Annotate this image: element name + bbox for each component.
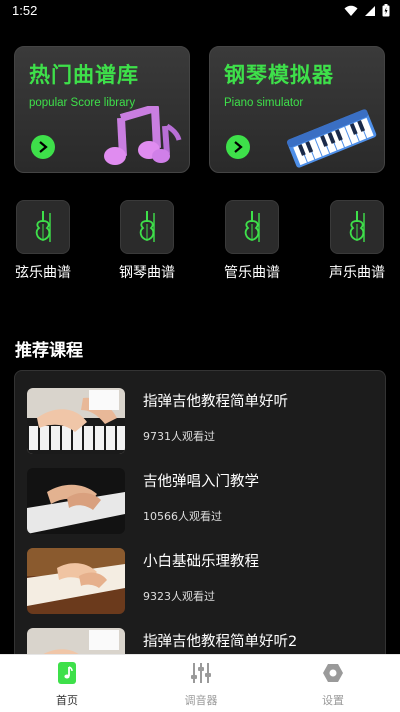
section-title: 推荐课程 (15, 341, 83, 361)
banner-title: 钢琴模拟器 (224, 63, 334, 87)
course-title: 指弹吉他教程简单好听 (143, 394, 288, 410)
signal-icon (365, 5, 375, 16)
category-label: 管乐曲谱 (224, 265, 280, 281)
tab-label: 调音器 (184, 694, 218, 707)
violin-icon (349, 211, 365, 242)
settings-hexagon-icon (321, 661, 345, 685)
tab-label: 设置 (322, 694, 344, 707)
status-bar: 1:52 (0, 0, 400, 24)
battery-icon (382, 4, 390, 17)
status-time: 1:52 (12, 3, 38, 18)
course-views: 9323人观看过 (143, 590, 215, 603)
course-item[interactable]: 小白基础乐理教程 9323人观看过 (27, 548, 377, 616)
wifi-icon (344, 5, 358, 16)
course-views: 9731人观看过 (143, 430, 215, 443)
music-notes-icon (104, 106, 182, 165)
course-title: 指弹吉他教程简单好听2 (143, 634, 298, 650)
category-label: 弦乐曲谱 (15, 265, 71, 281)
tuner-sliders-icon (189, 661, 213, 685)
category-piano-button[interactable] (120, 200, 174, 254)
course-thumbnail (27, 468, 125, 534)
course-list[interactable]: 指弹吉他教程简单好听 9731人观看过 吉他弹唱入门教学 10566人观看过 小… (14, 370, 386, 670)
keyboard-icon (287, 109, 377, 168)
course-title: 吉他弹唱入门教学 (143, 474, 259, 490)
course-thumbnail (27, 388, 125, 454)
piano-simulator-banner[interactable]: 钢琴模拟器 Piano simulator (209, 46, 385, 173)
home-music-icon (55, 661, 79, 685)
category-wind-button[interactable] (225, 200, 279, 254)
violin-icon (35, 211, 51, 242)
course-item[interactable]: 指弹吉他教程简单好听 9731人观看过 (27, 388, 377, 456)
category-label: 声乐曲谱 (329, 265, 385, 281)
category-label: 钢琴曲谱 (119, 265, 175, 281)
category-strings-button[interactable] (16, 200, 70, 254)
bottom-tab-bar: 首页 调音器 设置 (0, 654, 400, 712)
status-icons (344, 4, 390, 17)
banner-title: 热门曲谱库 (29, 63, 139, 87)
course-title: 小白基础乐理教程 (143, 554, 259, 570)
arrow-right-icon[interactable] (226, 135, 250, 159)
tab-home[interactable]: 首页 (17, 655, 117, 712)
tab-label: 首页 (56, 694, 78, 707)
score-library-banner[interactable]: 热门曲谱库 popular Score library (14, 46, 190, 173)
arrow-right-icon[interactable] (31, 135, 55, 159)
course-views: 10566人观看过 (143, 510, 222, 523)
course-thumbnail (27, 548, 125, 614)
course-item[interactable]: 吉他弹唱入门教学 10566人观看过 (27, 468, 377, 536)
category-vocal-button[interactable] (330, 200, 384, 254)
tab-settings[interactable]: 设置 (283, 655, 383, 712)
tab-tuner[interactable]: 调音器 (151, 655, 251, 712)
violin-icon (139, 211, 155, 242)
violin-icon (244, 211, 260, 242)
